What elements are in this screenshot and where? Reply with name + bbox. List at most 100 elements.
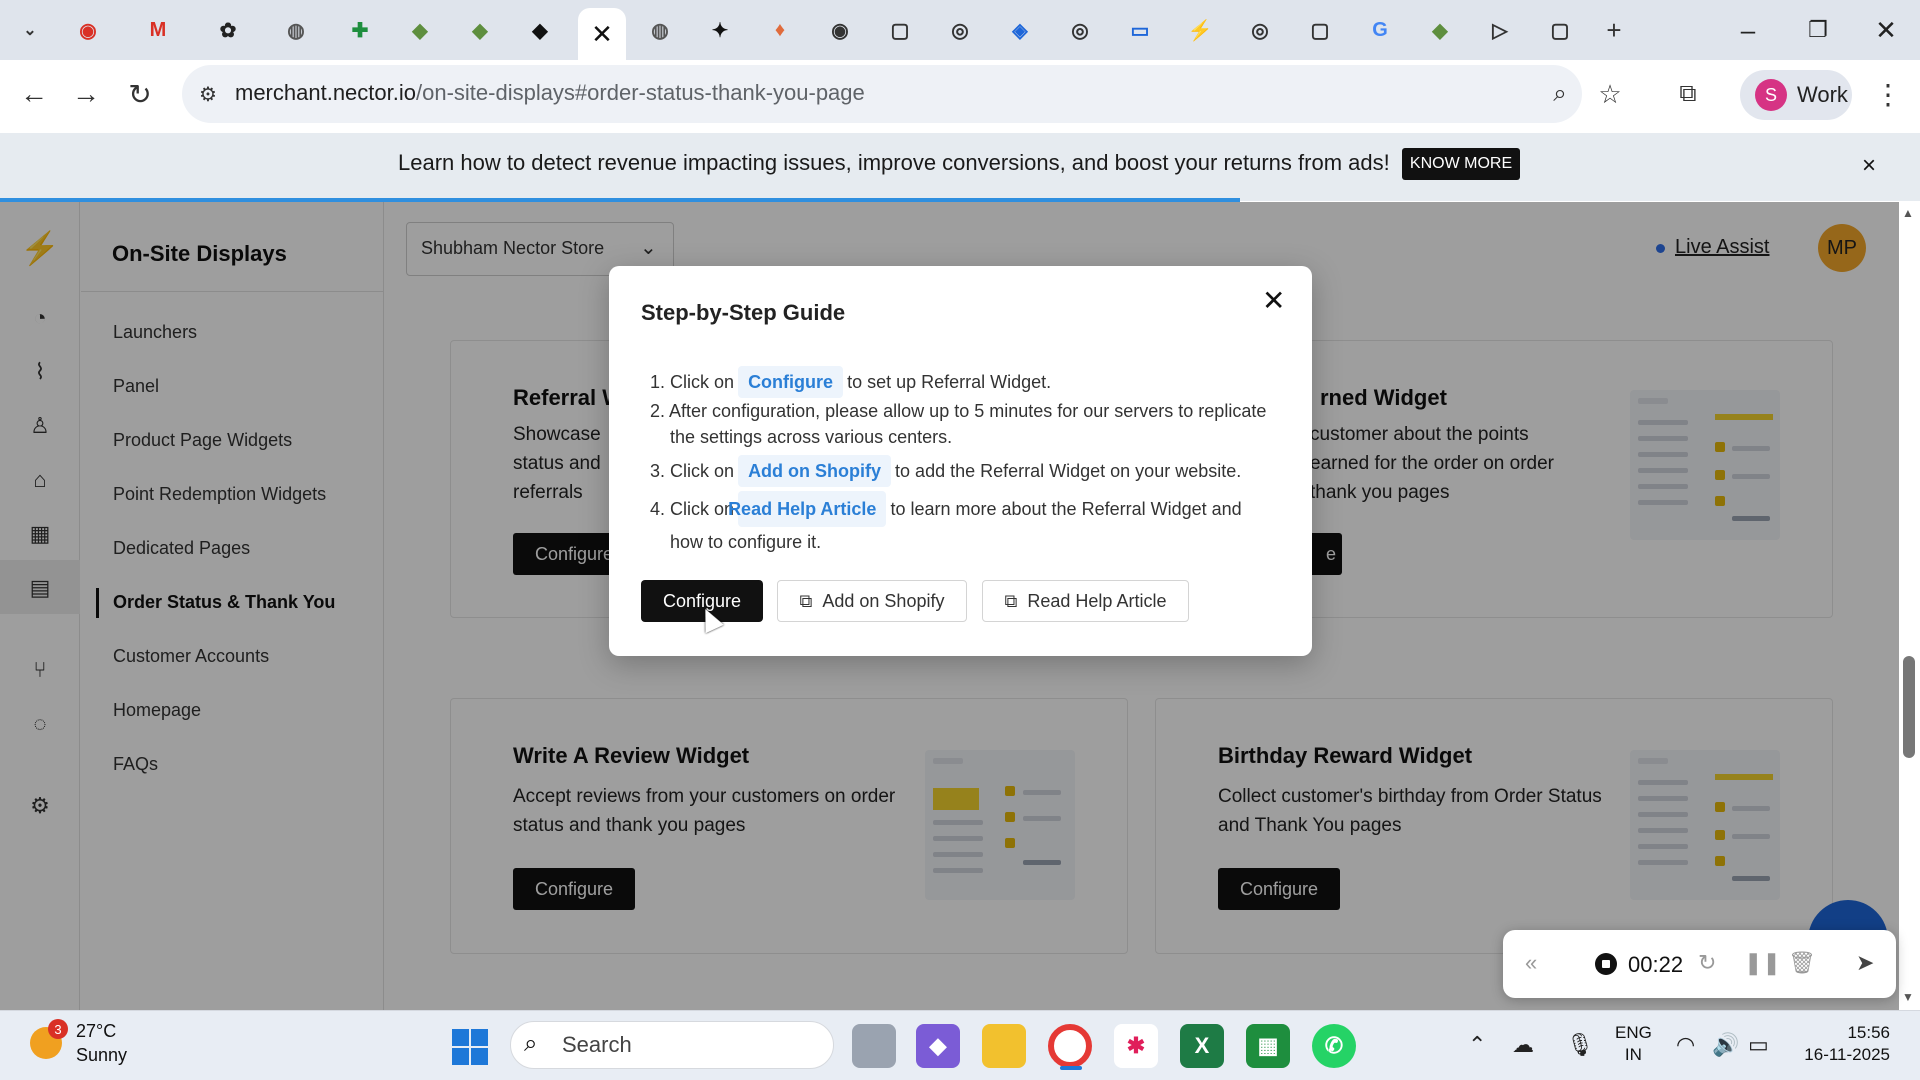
app-tab-icon[interactable]: ◎: [1242, 12, 1278, 48]
app-tab-icon[interactable]: ▢: [1302, 12, 1338, 48]
scroll-down-icon[interactable]: ▼: [1902, 990, 1914, 1004]
taskbar-search-box[interactable]: [510, 1021, 834, 1069]
forward-icon[interactable]: →: [66, 74, 106, 114]
app-tab-icon[interactable]: ◎: [1062, 12, 1098, 48]
browser-menu-icon[interactable]: ⋮: [1868, 74, 1908, 114]
scroll-up-icon[interactable]: ▲: [1902, 206, 1914, 220]
minimize-icon[interactable]: –: [1718, 10, 1778, 50]
shopify-tab-icon[interactable]: ◆: [402, 12, 438, 48]
microphone-icon[interactable]: 🎙: [1566, 1032, 1594, 1058]
step-3: 3. Click on Add on Shopify to add the Refe…: [650, 455, 1270, 487]
page-scrollbar[interactable]: [1899, 202, 1920, 1010]
weather-condition[interactable]: Sunny: [76, 1045, 127, 1066]
extensions-icon[interactable]: ⧉: [1668, 74, 1708, 114]
profile-label: Work: [1797, 82, 1848, 107]
whatsapp-icon[interactable]: ✆: [1312, 1024, 1356, 1068]
bookmark-star-icon[interactable]: ☆: [1590, 74, 1630, 114]
slack-icon[interactable]: ✱: [1114, 1024, 1158, 1068]
add-on-shopify-chip[interactable]: Add on Shopify: [738, 455, 892, 487]
copilot-icon[interactable]: ◆: [916, 1024, 960, 1068]
restart-icon[interactable]: ↻: [1698, 950, 1716, 976]
lightning-tab-icon[interactable]: ⚡: [1182, 12, 1218, 48]
url-text[interactable]: merchant.nector.io/on-site-displays#orde…: [235, 80, 865, 106]
globe-tab-icon[interactable]: ◍: [642, 12, 678, 48]
read-help-article-chip[interactable]: Read Help Article: [728, 491, 887, 527]
app-tab-icon[interactable]: ▢: [882, 12, 918, 48]
step-number: 1.: [650, 372, 666, 392]
scrollbar-thumb[interactable]: [1903, 656, 1915, 758]
add-on-shopify-button[interactable]: ⧉ Add on Shopify: [777, 580, 967, 622]
shopify-tab-icon[interactable]: ◆: [462, 12, 498, 48]
stop-recording-icon[interactable]: [1595, 953, 1617, 975]
active-tab[interactable]: ✕: [578, 8, 626, 60]
flame-tab-icon[interactable]: ♦: [762, 12, 798, 48]
shopify-tab-icon[interactable]: ◆: [522, 12, 558, 48]
battery-icon[interactable]: ▭: [1748, 1032, 1769, 1058]
pointer-icon[interactable]: ➤: [1856, 950, 1874, 976]
read-help-article-button[interactable]: ⧉ Read Help Article: [982, 580, 1189, 622]
weather-temperature[interactable]: 27°C: [76, 1021, 116, 1042]
windows-start-icon[interactable]: [452, 1029, 488, 1065]
chrome-icon[interactable]: [1048, 1024, 1092, 1068]
trash-icon[interactable]: 🗑: [1788, 950, 1816, 976]
pause-icon[interactable]: ❚❚: [1744, 950, 1781, 976]
know-more-button[interactable]: KNOW MORE: [1402, 148, 1520, 180]
recording-tab-icon[interactable]: ◉: [70, 12, 106, 48]
external-link-icon: ⧉: [1004, 590, 1018, 611]
configure-chip[interactable]: Configure: [738, 366, 844, 398]
app-tab-icon[interactable]: ◈: [1002, 12, 1038, 48]
shopify-tab-icon[interactable]: ◆: [1422, 12, 1458, 48]
binance-tab-icon[interactable]: ✦: [702, 12, 738, 48]
reload-icon[interactable]: ↻: [120, 74, 160, 114]
globe-tab-icon[interactable]: ◍: [278, 12, 314, 48]
step-4: 4. Click onRead Help Article to learn mor…: [650, 491, 1275, 557]
site-info-icon[interactable]: ⚙: [188, 74, 228, 114]
sheets-app-icon[interactable]: ▦: [1246, 1024, 1290, 1068]
file-explorer-icon[interactable]: [982, 1024, 1026, 1068]
step-text: Click on: [670, 499, 735, 519]
recording-timer: 00:22: [1628, 952, 1684, 977]
step-text: to set up Referral Widget.: [847, 372, 1052, 392]
wifi-icon[interactable]: ◠: [1676, 1032, 1695, 1058]
sheets-tab-icon[interactable]: ✚: [342, 12, 378, 48]
tray-overflow-icon[interactable]: ⌃: [1468, 1032, 1486, 1058]
url-path: /on-site-displays#order-status-thank-you…: [415, 80, 865, 105]
gmail-tab-icon[interactable]: M: [140, 12, 176, 48]
step-number: 4.: [650, 499, 666, 519]
step-number: 3.: [650, 461, 666, 481]
tab-list-chevron-icon[interactable]: ⌄: [12, 12, 48, 48]
chatgpt-tab-icon[interactable]: ✿: [210, 12, 246, 48]
active-app-indicator: [1060, 1066, 1082, 1070]
step-2: 2. After configuration, please allow up …: [650, 398, 1275, 450]
app-tab-icon[interactable]: ▢: [1542, 12, 1578, 48]
google-tab-icon[interactable]: G: [1362, 12, 1398, 48]
back-icon[interactable]: ←: [14, 74, 54, 114]
modal-title: Step-by-Step Guide: [641, 300, 846, 325]
button-label: Add on Shopify: [822, 590, 945, 611]
tab-close-icon[interactable]: ✕: [591, 19, 613, 50]
step-1: 1. Click on Configure to set up Referral W…: [650, 366, 1270, 398]
input-language[interactable]: ENG IN: [1615, 1022, 1652, 1066]
step-number: 2.: [650, 401, 666, 421]
weather-badge: 3: [48, 1019, 68, 1039]
step-text: After configuration, please allow up to …: [669, 401, 1267, 447]
onedrive-icon[interactable]: ☁: [1512, 1032, 1534, 1058]
chat-tab-icon[interactable]: ▭: [1122, 12, 1158, 48]
task-view-icon[interactable]: [852, 1024, 896, 1068]
url-host: merchant.nector.io: [235, 80, 416, 105]
collapse-icon[interactable]: «: [1525, 950, 1537, 976]
system-clock[interactable]: 15:56 16-11-2025: [1790, 1022, 1890, 1066]
app-tab-icon[interactable]: ◉: [822, 12, 858, 48]
app-tab-icon[interactable]: ◎: [942, 12, 978, 48]
close-window-icon[interactable]: ✕: [1856, 10, 1916, 50]
app-tab-icon[interactable]: ▷: [1482, 12, 1518, 48]
banner-close-icon[interactable]: ×: [1862, 152, 1876, 180]
zoom-icon[interactable]: ⌕: [1540, 74, 1580, 114]
restore-icon[interactable]: ❐: [1788, 10, 1848, 50]
new-tab-icon[interactable]: +: [1596, 12, 1632, 48]
volume-icon[interactable]: 🔊: [1712, 1032, 1739, 1058]
excel-icon[interactable]: X: [1180, 1024, 1224, 1068]
close-icon[interactable]: ✕: [1262, 284, 1285, 317]
step-text: to add the Referral Widget on your websi…: [895, 461, 1242, 481]
search-icon: ⌕: [524, 1030, 538, 1057]
